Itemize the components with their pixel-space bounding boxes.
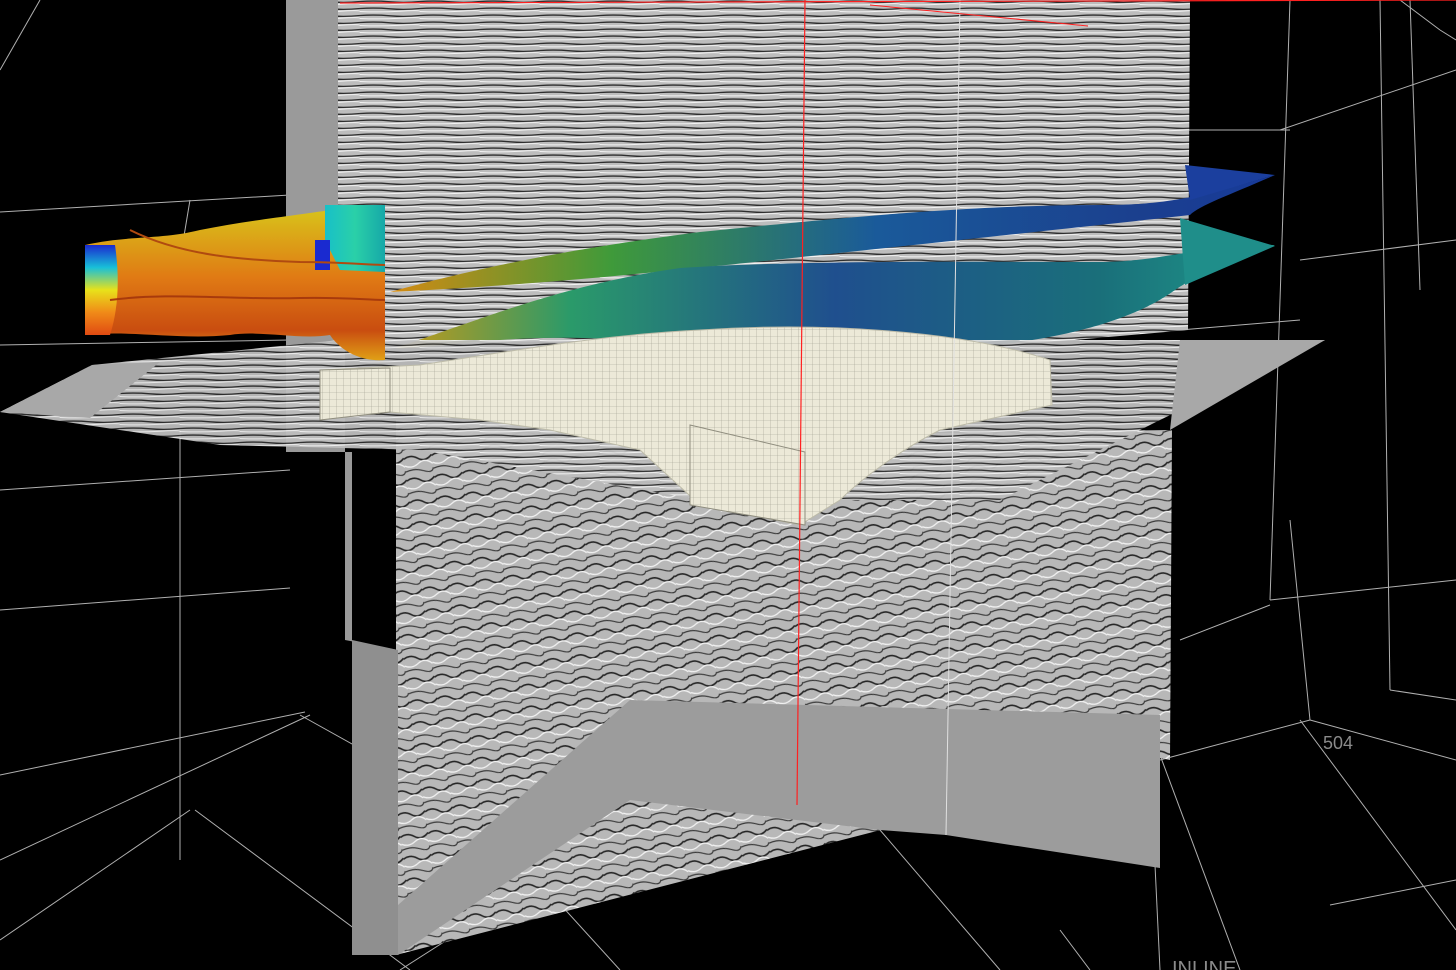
tick-label-504: 504 — [1323, 733, 1353, 753]
reservoir-grid-face — [319, 367, 391, 421]
scene-canvas[interactable]: 504 INLINE — [0, 0, 1456, 970]
3d-viewport[interactable]: 504 INLINE — [0, 0, 1456, 970]
geobody-cylinder-edge — [315, 240, 330, 270]
geobody-cap-left — [85, 245, 118, 335]
inline-axis-title: INLINE — [1172, 958, 1236, 970]
crossline-edge — [352, 640, 398, 955]
